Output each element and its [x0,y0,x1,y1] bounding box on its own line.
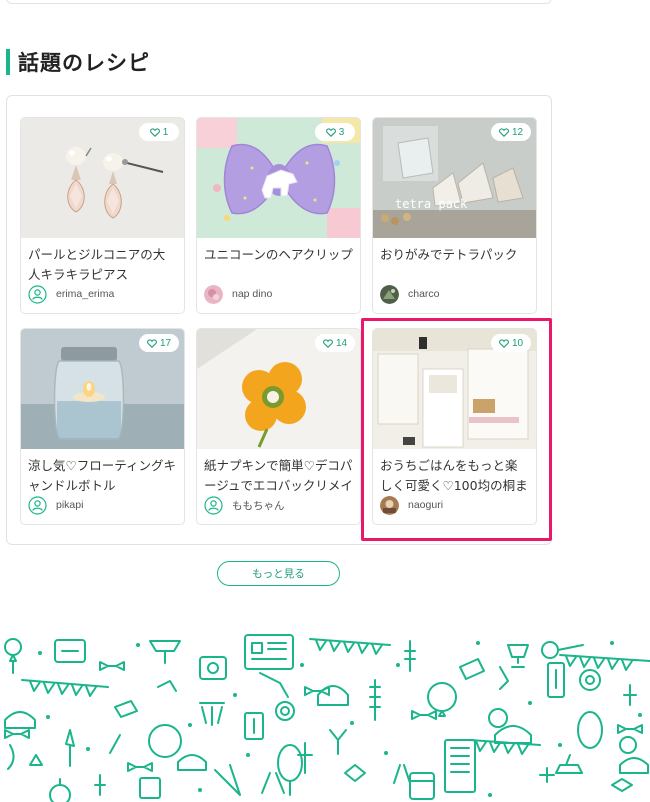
recipe-card[interactable]: 10 おうちごはんをもっと楽しく可愛く♡100均の桐まな naoguri [372,328,537,525]
section-accent-bar [6,49,10,75]
like-count: 17 [159,337,172,349]
heart-outline-icon [149,127,160,137]
author-name: ももちゃん [232,499,285,512]
heart-outline-icon [498,127,509,137]
recipe-title[interactable]: おりがみでテトラパック [380,245,529,285]
like-count-badge[interactable]: 12 [491,123,531,141]
recipe-title[interactable]: ユニコーンのヘアクリップ [204,245,353,285]
author-name: nap dino [232,288,273,300]
author-name: erima_erima [56,288,115,300]
recipe-card[interactable]: 14 紙ナプキンで簡単♡デコパージュでエコバックリメイ ももちゃん [196,328,361,525]
recipe-title[interactable]: おうちごはんをもっと楽しく可愛く♡100均の桐まな [380,456,529,496]
like-count-badge[interactable]: 14 [315,334,355,352]
heart-outline-icon [498,338,509,348]
recipe-author[interactable]: nap dino [204,284,272,304]
show-more-button[interactable]: もっと見る [217,561,340,586]
svg-text:tetra pack: tetra pack [395,197,468,211]
avatar [380,495,399,515]
avatar [380,284,399,304]
user-circle-icon [204,495,223,515]
footer-craft-pattern [4,634,650,802]
author-name: naoguri [408,499,444,511]
previous-section-card [6,0,552,4]
recipe-card[interactable]: 3 ユニコーンのヘアクリップ nap dino [196,117,361,314]
like-count-badge[interactable]: 1 [139,123,179,141]
like-count-badge[interactable]: 3 [315,123,355,141]
like-count-badge[interactable]: 17 [139,334,179,352]
recipe-card[interactable]: 17 涼し気♡フローティングキャンドルボトル pikapi [20,328,185,525]
like-count: 14 [335,337,348,349]
like-count-badge[interactable]: 10 [491,334,531,352]
like-count: 12 [511,126,524,138]
recipe-card[interactable]: tetra pack 12 おりがみでテトラパック charco [372,117,537,314]
heart-outline-icon [325,127,336,137]
heart-outline-icon [322,338,333,348]
recipe-author[interactable]: ももちゃん [204,495,285,515]
recipe-title[interactable]: 紙ナプキンで簡単♡デコパージュでエコバックリメイ [204,456,353,496]
recipe-title[interactable]: 涼し気♡フローティングキャンドルボトル [28,456,177,496]
recipe-title[interactable]: パールとジルコニアの大人キラキラピアス [28,245,177,285]
recipe-grid-panel: 1 パールとジルコニアの大人キラキラピアス erima_erima 3 ユニコー… [6,95,552,545]
recipe-card[interactable]: 1 パールとジルコニアの大人キラキラピアス erima_erima [20,117,185,314]
avatar [204,284,223,304]
section-title: 話題のレシピ [18,51,150,75]
user-circle-icon [28,495,47,515]
recipe-author[interactable]: pikapi [28,495,83,515]
recipe-author[interactable]: naoguri [380,495,443,515]
heart-outline-icon [146,338,157,348]
like-count: 1 [162,126,169,138]
section-header: 話題のレシピ [6,48,150,76]
recipe-author[interactable]: erima_erima [28,284,114,304]
like-count: 3 [338,126,345,138]
author-name: pikapi [56,499,84,511]
recipe-author[interactable]: charco [380,284,440,304]
author-name: charco [408,288,440,300]
user-circle-icon [28,284,47,304]
like-count: 10 [511,337,524,349]
